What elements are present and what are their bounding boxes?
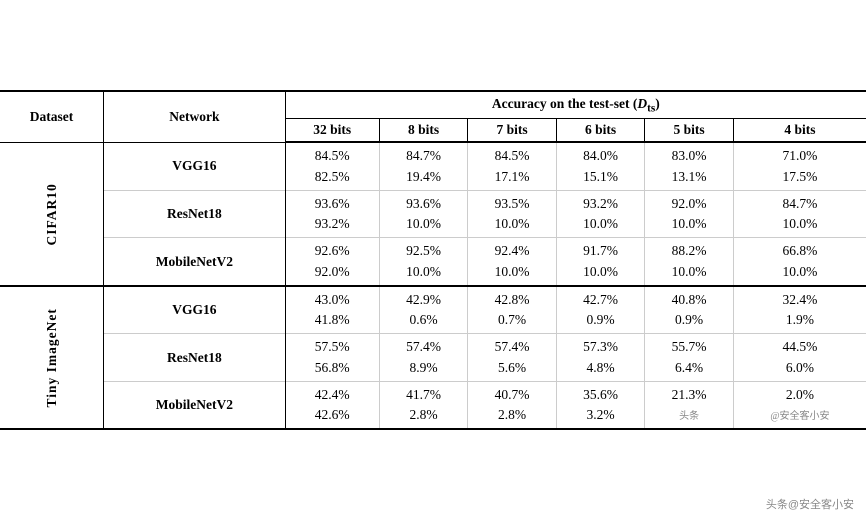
data-cell: 42.9%0.6% <box>379 286 468 334</box>
data-cell: 66.8%10.0% <box>733 238 866 286</box>
data-cell: 35.6%3.2% <box>556 381 645 429</box>
data-cell: 93.5%10.0% <box>468 190 557 238</box>
network-cell: ResNet18 <box>104 190 286 238</box>
data-cell: 40.7%2.8% <box>468 381 557 429</box>
data-cell: 42.7%0.9% <box>556 286 645 334</box>
data-cell: 92.5%10.0% <box>379 238 468 286</box>
header-network: Network <box>104 91 286 143</box>
data-cell: 93.6%93.2% <box>285 190 379 238</box>
data-cell: 55.7%6.4% <box>645 334 734 382</box>
data-cell: 57.4%8.9% <box>379 334 468 382</box>
data-cell: 42.4%42.6% <box>285 381 379 429</box>
table-row: MobileNetV242.4%42.6%41.7%2.8%40.7%2.8%3… <box>0 381 866 429</box>
network-cell: VGG16 <box>104 142 286 190</box>
data-cell: 57.5%56.8% <box>285 334 379 382</box>
network-cell: MobileNetV2 <box>104 381 286 429</box>
data-cell: 92.0%10.0% <box>645 190 734 238</box>
data-cell: 92.6%92.0% <box>285 238 379 286</box>
data-cell: 32.4%1.9% <box>733 286 866 334</box>
header-dataset: Dataset <box>0 91 104 143</box>
dataset-cell: Tiny ImageNet <box>0 286 104 430</box>
network-cell: VGG16 <box>104 286 286 334</box>
data-cell: 91.7%10.0% <box>556 238 645 286</box>
table-row: ResNet1857.5%56.8%57.4%8.9%57.4%5.6%57.3… <box>0 334 866 382</box>
data-cell: 88.2%10.0% <box>645 238 734 286</box>
table-row: Tiny ImageNetVGG1643.0%41.8%42.9%0.6%42.… <box>0 286 866 334</box>
data-cell: 42.8%0.7% <box>468 286 557 334</box>
header-4bits: 4 bits <box>733 119 866 143</box>
data-cell: 92.4%10.0% <box>468 238 557 286</box>
header-6bits: 6 bits <box>556 119 645 143</box>
data-cell: 84.7%10.0% <box>733 190 866 238</box>
header-7bits: 7 bits <box>468 119 557 143</box>
data-cell: 83.0%13.1% <box>645 142 734 190</box>
data-cell: 21.3%头条 <box>645 381 734 429</box>
data-cell: 71.0%17.5% <box>733 142 866 190</box>
network-cell: MobileNetV2 <box>104 238 286 286</box>
header-32bits: 32 bits <box>285 119 379 143</box>
data-cell: 84.0%15.1% <box>556 142 645 190</box>
table-row: ResNet1893.6%93.2%93.6%10.0%93.5%10.0%93… <box>0 190 866 238</box>
header-row-top: Dataset Network Accuracy on the test-set… <box>0 91 866 119</box>
data-cell: 57.3%4.8% <box>556 334 645 382</box>
header-accuracy: Accuracy on the test-set (Dts) <box>285 91 866 119</box>
dataset-cell: CIFAR10 <box>0 142 104 286</box>
network-cell: ResNet18 <box>104 334 286 382</box>
data-cell: 43.0%41.8% <box>285 286 379 334</box>
table-row: MobileNetV292.6%92.0%92.5%10.0%92.4%10.0… <box>0 238 866 286</box>
accuracy-table: Dataset Network Accuracy on the test-set… <box>0 90 866 431</box>
header-5bits: 5 bits <box>645 119 734 143</box>
data-cell: 84.7%19.4% <box>379 142 468 190</box>
data-cell: 93.2%10.0% <box>556 190 645 238</box>
data-cell: 84.5%82.5% <box>285 142 379 190</box>
data-cell: 2.0%@安全客小安 <box>733 381 866 429</box>
data-cell: 44.5%6.0% <box>733 334 866 382</box>
table-row: CIFAR10VGG1684.5%82.5%84.7%19.4%84.5%17.… <box>0 142 866 190</box>
watermark: 头条@安全客小安 <box>766 496 854 512</box>
data-cell: 41.7%2.8% <box>379 381 468 429</box>
data-cell: 57.4%5.6% <box>468 334 557 382</box>
header-8bits: 8 bits <box>379 119 468 143</box>
data-cell: 40.8%0.9% <box>645 286 734 334</box>
data-cell: 84.5%17.1% <box>468 142 557 190</box>
data-cell: 93.6%10.0% <box>379 190 468 238</box>
